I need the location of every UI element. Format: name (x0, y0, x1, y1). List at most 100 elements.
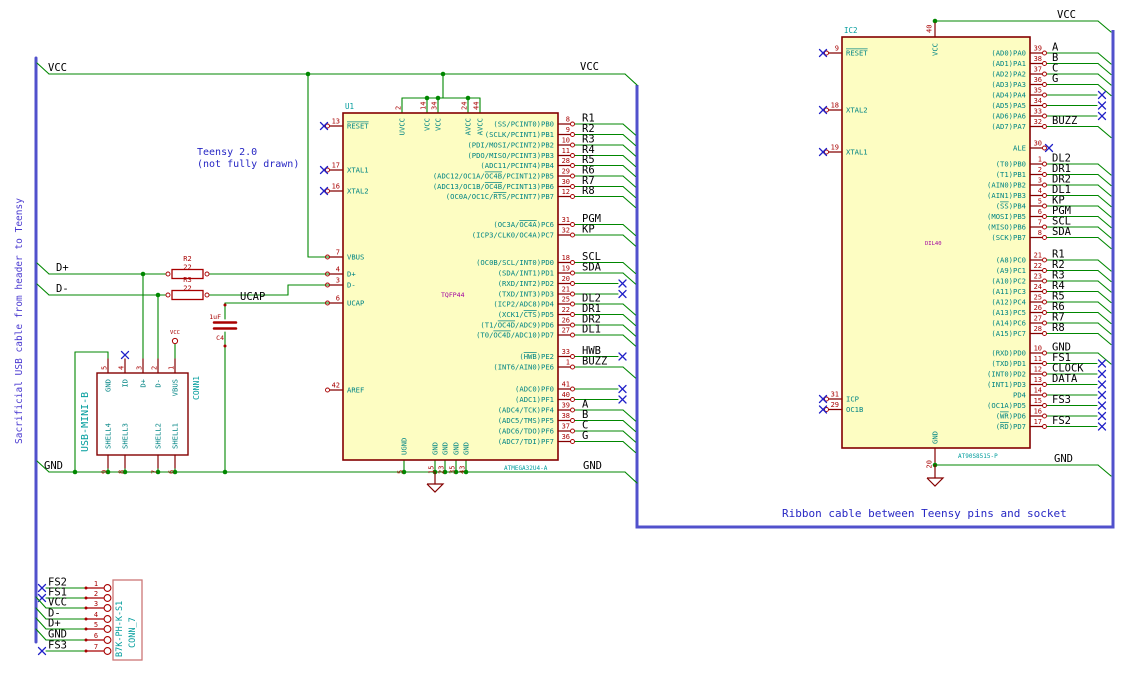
text-segment: HWB (524, 352, 537, 361)
u1-atmega32u4[interactable]: U1ATMEGA32U4-ATQFP4413 RESET17 XTAL116 XTAL… (319, 102, 575, 474)
pin-name: VBUS (347, 253, 364, 262)
ic-footprint: DIL40 (925, 241, 942, 247)
text-segment: 34 (1034, 97, 1042, 105)
schematic-canvas[interactable]: R222R3221uFC4 USB-MINI-BCONN15GND4ID3D+2D… (0, 0, 1131, 690)
net-label-gnd[interactable]: GND (1054, 453, 1073, 465)
net-label-gnd[interactable]: GND (44, 460, 63, 472)
text-segment: (OC0B/SCL/INT0)PD0 (476, 258, 554, 267)
text-segment: GND (431, 442, 440, 455)
ribbon-cable-note[interactable]: Ribbon cable between Teensy pins and soc… (782, 507, 1067, 520)
net-label-fs3[interactable]: FS3 (1052, 394, 1071, 406)
text-segment: 11 (1034, 355, 1042, 363)
net-label-ucap[interactable]: UCAP (240, 291, 265, 303)
text-segment: (INT1)PD3 (987, 380, 1026, 389)
text-segment: GND (452, 442, 461, 455)
bus-entry-icon (1097, 290, 1112, 304)
text-segment: (SDA/INT1)PD1 (498, 269, 554, 278)
net-label-dl1[interactable]: DL1 (582, 324, 601, 336)
text-segment: (AD1)PA1 (991, 59, 1026, 68)
pin-end-icon (165, 292, 171, 298)
pin-name: (PDI/MOSI/PCINT2)PB2 (467, 141, 554, 150)
text-segment: AT90S8515-P (958, 453, 998, 460)
net-label-fs3[interactable]: FS3 (48, 640, 67, 652)
net-label-r8[interactable]: R8 (1052, 322, 1065, 334)
pin-number: 33 (562, 348, 570, 356)
text-segment: OC4A (519, 220, 537, 229)
text-segment: UCAP (347, 299, 364, 308)
net-label-dplus[interactable]: D+ (56, 262, 69, 274)
pin-number: 12 (1034, 366, 1042, 374)
text-segment: /ADC9)PD6 (515, 321, 554, 330)
text-segment: 6 (1038, 208, 1042, 216)
bus-entry-icon (622, 195, 637, 209)
connector-value: B7K-PH-K-S1 (115, 601, 125, 657)
net-label-data[interactable]: DATA (1052, 373, 1078, 385)
pin-name: AVCC (464, 118, 473, 135)
text-segment: /ADC10)PD7 (511, 331, 554, 340)
net-label-vcc[interactable]: VCC (580, 61, 599, 73)
net-label-sda[interactable]: SDA (1052, 226, 1072, 238)
pin-number: 14 (1034, 387, 1042, 395)
text-segment: OC4D (498, 321, 515, 330)
bus-entry-icon (622, 272, 637, 285)
capacitor[interactable]: 1uF C4 (209, 303, 238, 348)
pin-name: (ADC11/PCINT4)PB4 (480, 161, 554, 170)
pin-name: (AD1)PA1 (991, 59, 1026, 68)
text-segment: 5 (397, 470, 405, 474)
ic2-at90s8515[interactable]: IC2AT90S8515-PDIL409 RESET18 XTAL219 XTAL13… (818, 22, 1047, 468)
net-label-dminus[interactable]: D- (56, 283, 69, 295)
text-segment: (OC1A)PD5 (987, 401, 1026, 410)
net-label-gnd[interactable]: GND (583, 460, 602, 472)
net-label-vcc[interactable]: VCC (48, 62, 67, 74)
bus-entry-icon (1097, 464, 1112, 477)
net-label-g[interactable]: G (1052, 73, 1058, 85)
text-segment: 5 (1038, 198, 1042, 206)
pin-number: 24 (1034, 283, 1042, 291)
junction-dot (72, 469, 78, 475)
text-segment: 31 (562, 216, 570, 224)
schematic-page: R2 22 R3 22 1uF C4 USB-MINI-B CONN1 5 GND 4 ID 3 D+ 2 D… (0, 0, 1131, 690)
text-segment: 6 (94, 632, 98, 640)
net-label-fs2[interactable]: FS2 (1052, 415, 1071, 427)
text-segment: OC4D (493, 331, 510, 340)
text-segment: (A12)PC4 (991, 298, 1026, 307)
teensy-note-line2[interactable]: (not fully drawn) (197, 159, 299, 170)
pin-name: (ADC6/TDO)PF6 (498, 427, 554, 436)
text-segment: 38 (562, 412, 570, 420)
bus-entry-icon (622, 175, 637, 188)
pin-number: 32 (562, 227, 570, 235)
pin-name: (INT6/AIN0)PE6 (493, 363, 554, 372)
net-label-r8[interactable]: R8 (582, 185, 595, 197)
net-label-buzz[interactable]: BUZZ (582, 356, 607, 368)
sacrificial-usb-note[interactable]: Sacrificial USB cable from header to Tee… (14, 198, 25, 444)
net-label-buzz[interactable]: BUZZ (1052, 115, 1077, 127)
pin-name: (RD)PD7 (996, 422, 1026, 431)
bus-entry-icon (624, 73, 638, 86)
pin-pad (103, 636, 112, 644)
text-segment: (ADC11/PCINT4)PB4 (480, 161, 554, 170)
pin-name: (AD7)PA7 (991, 122, 1026, 131)
text-segment: 24 (461, 102, 469, 110)
net-label-kp[interactable]: KP (582, 224, 595, 236)
pin-name: GND (931, 431, 940, 444)
net-label-vcc[interactable]: VCC (1057, 9, 1076, 21)
text-segment: ID (121, 379, 130, 388)
bus-entry-icon (622, 430, 637, 443)
pin-number: 4 (1038, 187, 1042, 195)
text-segment: UGND (400, 438, 409, 455)
pin-number: 25 (1034, 294, 1042, 302)
resistor[interactable]: R322 (165, 276, 210, 301)
resistor[interactable]: R222 (165, 255, 210, 280)
pin-number: 7 (1038, 219, 1042, 227)
text-segment: (ADC6/TDO)PF6 (498, 427, 554, 436)
net-label-g[interactable]: G (582, 430, 588, 442)
conn1-usb-connector[interactable]: USB-MINI-B CONN1 5 GND 4 ID 3 D+ 2 D- 1 VBUS 9 SHELL4… (80, 350, 201, 475)
pin-name: (OC0A/OC1C/RTS/PCINT7)PB7 (446, 192, 554, 201)
teensy-note[interactable]: Teensy 2.0 (197, 147, 257, 158)
text-segment: VCC (423, 118, 432, 131)
text-segment: (INT0)PD2 (987, 370, 1026, 379)
text-segment: (OC3A/ (493, 220, 519, 229)
no-connect-icon (120, 350, 130, 360)
net-label-sda[interactable]: SDA (582, 262, 602, 274)
conn7-header[interactable]: B7K-PH-K-S1 CONN_7 1 2 3 4 5 6 7 (84, 579, 143, 661)
